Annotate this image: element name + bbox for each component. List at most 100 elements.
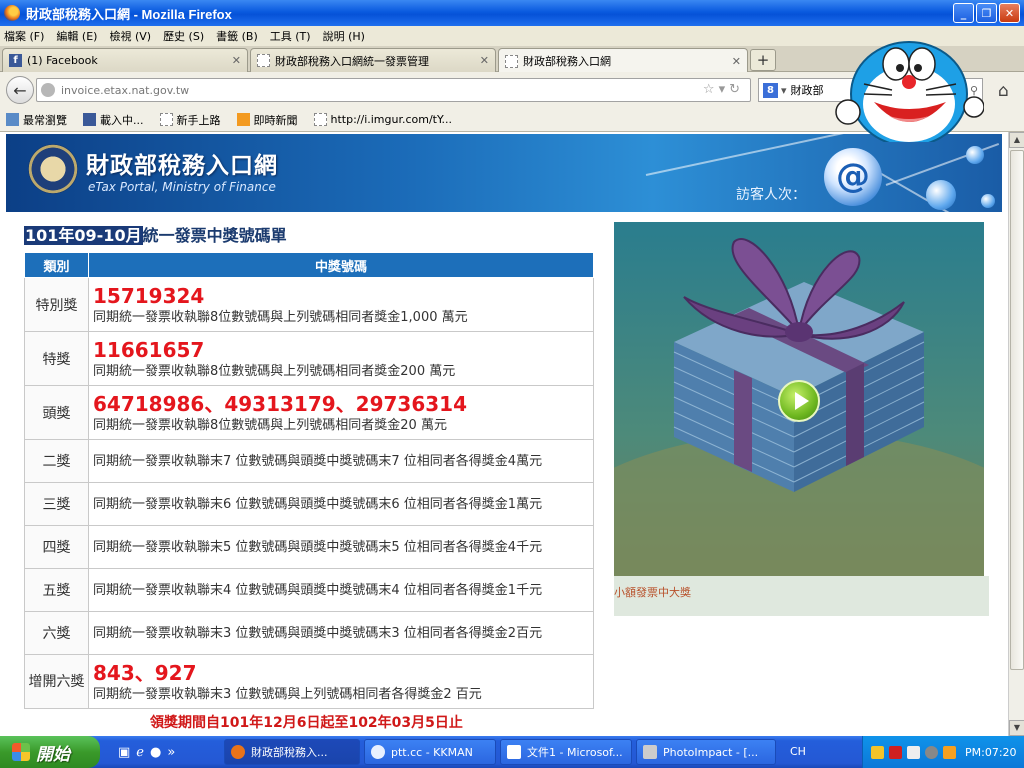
windows-logo-icon [12, 743, 30, 761]
bookmark-star-icon[interactable]: ☆ [703, 82, 719, 97]
tab-invoice-management[interactable]: 財政部稅務入口網統一發票管理 ✕ [250, 48, 496, 72]
scroll-up-icon[interactable]: ▲ [1009, 132, 1024, 148]
page-content: 財政部稅務入口網 eTax Portal, Ministry of Financ… [0, 132, 1008, 736]
table-header-row: 類別 中獎號碼 [24, 252, 594, 278]
prize-description: 同期統一發票收執聯末6 位數號碼與頭獎中獎號碼末6 位相同者各得獎金1萬元 [88, 482, 594, 526]
prize-category: 增開六獎 [24, 654, 89, 709]
word-document-icon [507, 745, 521, 759]
site-subtitle: eTax Portal, Ministry of Finance [88, 180, 276, 194]
vertical-scrollbar[interactable]: ▲ ▼ [1008, 132, 1024, 736]
prize-category: 五獎 [24, 568, 89, 612]
bookmark-loading[interactable]: 載入中... [83, 112, 144, 128]
system-tray: PM:07:20 [862, 736, 1024, 768]
bookmark-getting-started[interactable]: 新手上路 [159, 112, 221, 128]
prize-description: 同期統一發票收執聯末5 位數號碼與頭獎中獎號碼末5 位相同者各得獎金4千元 [88, 525, 594, 569]
tab-etax-portal[interactable]: 財政部稅務入口網 ✕ [498, 48, 748, 73]
tab-close-icon[interactable]: ✕ [232, 54, 241, 67]
bookmark-latest-news[interactable]: 即時新聞 [236, 112, 298, 128]
winning-number: 11661657 [93, 338, 205, 362]
ie-icon[interactable]: ℯ [136, 745, 144, 760]
menu-edit[interactable]: 編輯 (E) [56, 28, 97, 44]
bookmark-imgur[interactable]: http://i.imgur.com/tY... [313, 113, 452, 126]
tab-facebook[interactable]: f (1) Facebook ✕ [2, 48, 248, 72]
facebook-icon [83, 113, 96, 126]
close-window-button[interactable]: ✕ [999, 3, 1020, 23]
kkman-icon [371, 745, 385, 759]
tab-close-icon[interactable]: ✕ [732, 55, 741, 68]
menu-help[interactable]: 說明 (H) [323, 28, 365, 44]
bookmark-label: 載入中... [100, 113, 144, 127]
firefox-logo-icon [4, 5, 20, 21]
scroll-down-icon[interactable]: ▼ [1009, 720, 1024, 736]
claim-period-notice: 領獎期間自101年12月6日起至102年03月5日止 [150, 715, 463, 731]
table-row: 二獎 同期統一發票收執聯末7 位數號碼與頭獎中獎號碼末7 位相同者各得獎金4萬元 [24, 439, 594, 483]
menu-bookmarks[interactable]: 書籤 (B) [216, 28, 258, 44]
search-engine-dropdown-icon[interactable]: ▾ [781, 84, 787, 97]
tab-label: 財政部稅務入口網 [523, 55, 611, 68]
menu-tools[interactable]: 工具 (T) [270, 28, 311, 44]
site-banner: 財政部稅務入口網 eTax Portal, Ministry of Financ… [6, 134, 1002, 212]
column-header-category: 類別 [24, 252, 89, 278]
menu-file[interactable]: 檔案 (F) [4, 28, 44, 44]
start-label: 開始 [36, 744, 70, 765]
taskbar-item-photoimpact[interactable]: PhotoImpact - [... [636, 739, 776, 765]
tab-close-icon[interactable]: ✕ [480, 54, 489, 67]
new-tab-button[interactable]: + [750, 49, 776, 71]
show-desktop-icon[interactable]: ▣ [118, 745, 130, 760]
restore-button[interactable]: ❐ [976, 3, 997, 23]
task-label: PhotoImpact - [... [663, 745, 759, 759]
ministry-emblem-icon [28, 144, 78, 194]
network-icon[interactable] [925, 745, 938, 759]
arrow-left-icon: ← [13, 80, 27, 100]
messenger-icon[interactable] [943, 745, 956, 759]
prize-description: 同期統一發票收執聯末4 位數號碼與頭獎中獎號碼末4 位相同者各得獎金1千元 [88, 568, 594, 612]
search-input[interactable]: 財政部 [791, 82, 824, 98]
language-indicator[interactable]: CH [790, 745, 806, 758]
page-icon [257, 54, 270, 67]
start-button[interactable]: 開始 [0, 736, 100, 768]
play-video-button[interactable] [778, 380, 820, 422]
url-bar[interactable]: invoice.etax.nat.gov.tw ☆▾↻ [36, 78, 751, 102]
prize-category: 六獎 [24, 611, 89, 655]
bookmark-label: 新手上路 [176, 113, 221, 127]
google-icon[interactable]: 8 [763, 82, 778, 98]
prize-description: 同期統一發票收執聯末3 位數號碼與上列號碼相同者各得獎金2 百元 [93, 687, 482, 702]
email-at-icon[interactable]: @ [824, 148, 882, 206]
taskbar-item-firefox[interactable]: 財政部稅務入... [224, 739, 360, 765]
window-titlebar: 財政部稅務入口網 - Mozilla Firefox _ ❐ ✕ [0, 0, 1024, 26]
column-header-numbers: 中獎號碼 [88, 252, 594, 278]
promo-caption[interactable]: 小額發票中大獎 [614, 576, 989, 616]
site-title[interactable]: 財政部稅務入口網 [86, 146, 278, 180]
winning-number: 64718986、49313179、29736314 [93, 392, 467, 416]
prize-description: 同期統一發票收執聯8位數號碼與上列號碼相同者獎金1,000 萬元 [93, 310, 468, 325]
page-icon [313, 113, 327, 126]
dropdown-icon[interactable]: ▾ [719, 82, 730, 97]
task-label: 財政部稅務入... [251, 746, 328, 759]
menu-view[interactable]: 檢視 (V) [109, 28, 151, 44]
prize-category: 特獎 [24, 331, 89, 386]
prize-description: 同期統一發票收執聯8位數號碼與上列號碼相同者獎金20 萬元 [93, 418, 447, 433]
task-label: ptt.cc - KKMAN [391, 745, 473, 759]
promo-banner[interactable] [614, 222, 984, 576]
reload-icon[interactable]: ↻ [729, 82, 744, 97]
minimize-button[interactable]: _ [953, 3, 974, 23]
home-icon[interactable]: ⌂ [998, 81, 1009, 101]
shield-icon[interactable] [871, 745, 884, 759]
prize-description: 同期統一發票收執聯末3 位數號碼與頭獎中獎號碼末3 位相同者各得獎金2百元 [88, 611, 594, 655]
adobe-icon[interactable] [889, 745, 902, 759]
taskbar-item-word[interactable]: 文件1 - Microsof... [500, 739, 632, 765]
table-row: 增開六獎 843、927 同期統一發票收執聯末3 位數號碼與上列號碼相同者各得獎金… [24, 654, 594, 709]
table-row: 六獎 同期統一發票收執聯末3 位數號碼與頭獎中獎號碼末3 位相同者各得獎金2百元 [24, 611, 594, 655]
most-visited-icon [6, 113, 19, 126]
more-icon[interactable]: » [167, 745, 175, 760]
menu-history[interactable]: 歷史 (S) [163, 28, 204, 44]
firefox-icon[interactable]: ● [150, 745, 161, 760]
volume-icon[interactable] [907, 745, 920, 759]
table-row: 五獎 同期統一發票收執聯末4 位數號碼與頭獎中獎號碼末4 位相同者各得獎金1千元 [24, 568, 594, 612]
page-title-text: 統一發票中獎號碼單 [142, 226, 287, 245]
bookmark-most-visited[interactable]: 最常瀏覽 [6, 112, 67, 128]
scroll-thumb[interactable] [1010, 150, 1024, 670]
taskbar-item-kkman[interactable]: ptt.cc - KKMAN [364, 739, 496, 765]
clock[interactable]: PM:07:20 [965, 746, 1017, 759]
back-button[interactable]: ← [6, 76, 34, 104]
